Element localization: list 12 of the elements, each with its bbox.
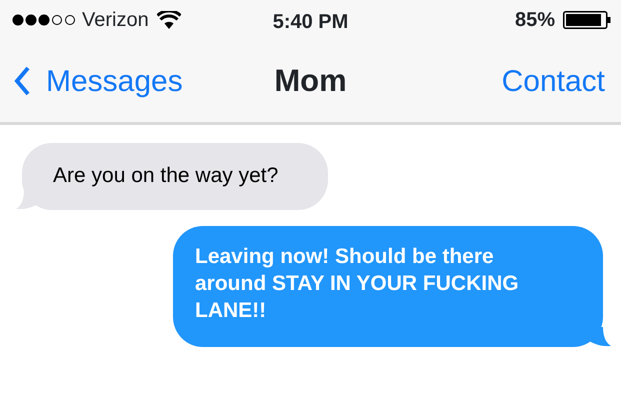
back-chevron-icon	[14, 66, 30, 96]
contact-button[interactable]: Contact	[502, 58, 605, 104]
status-time: 5:40 PM	[272, 10, 348, 35]
outgoing-message: Leaving now! Should be there around STAY IN YOUR FUCKING LANE!!	[173, 226, 603, 347]
battery-icon	[563, 11, 611, 29]
signal-icon	[12, 14, 78, 26]
battery-percent: 85%	[514, 8, 555, 33]
carrier-name: Verizon	[82, 8, 149, 33]
back-button[interactable]: Messages	[14, 58, 183, 104]
incoming-message: Are you on the way yet?	[22, 143, 328, 210]
conversation-title: Mom	[274, 62, 347, 100]
wifi-icon	[156, 11, 181, 29]
